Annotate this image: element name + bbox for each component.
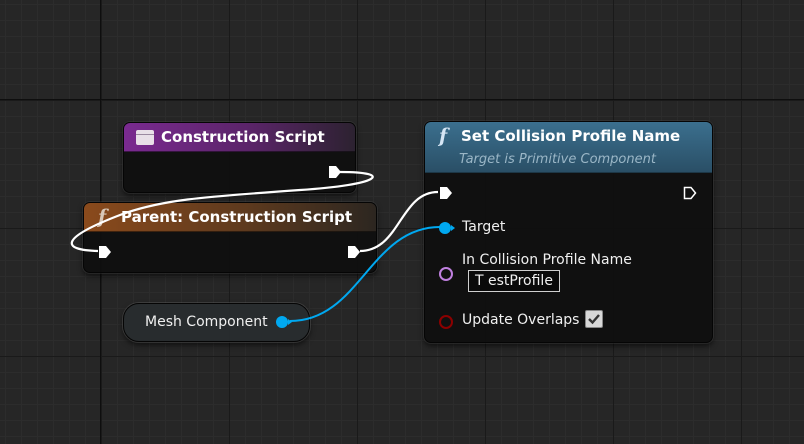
set-collision-profile-name-title: Set Collision Profile Name [461,127,681,145]
parent-construction-script-node[interactable]: f Parent: Construction Script [83,202,377,273]
update-overlaps-pin[interactable] [439,315,453,329]
construction-script-header[interactable]: Construction Script [124,123,355,152]
set-collision-profile-name-node[interactable]: f Set Collision Profile Name Target is P… [424,121,713,343]
construction-script-title: Construction Script [161,128,325,146]
parent-construction-script-header[interactable]: f Parent: Construction Script [84,203,376,232]
event-icon [136,130,154,145]
parent-construction-script-exec-out-pin[interactable] [347,245,361,259]
in-collision-profile-name-label: In Collision Profile Name [462,252,632,268]
in-collision-profile-name-input[interactable]: T estProfile [468,270,560,292]
set-collision-profile-name-header[interactable]: f Set Collision Profile Name Target is P… [425,122,712,173]
set-collision-exec-out-pin[interactable] [683,186,697,200]
target-input-arrow [451,225,455,231]
mesh-component-output-pin[interactable] [276,316,288,328]
mesh-component-output-arrow [288,319,292,325]
function-icon: f [439,125,448,147]
construction-script-exec-out-pin[interactable] [328,165,342,179]
update-overlaps-checkbox[interactable] [585,310,603,328]
parent-construction-script-exec-in-pin[interactable] [98,245,112,259]
set-collision-exec-in-pin[interactable] [439,186,453,200]
grid-major-line-horizontal [0,99,804,100]
in-collision-profile-name-pin[interactable] [439,267,453,281]
update-overlaps-label: Update Overlaps [462,312,580,328]
target-input-pin[interactable] [439,222,451,234]
parent-construction-script-title: Parent: Construction Script [121,208,353,226]
function-icon: f [98,206,107,228]
mesh-component-node[interactable]: Mesh Component [123,303,310,342]
mesh-component-label: Mesh Component [145,314,268,330]
set-collision-profile-name-subtitle: Target is Primitive Component [459,152,656,167]
checkmark-icon [588,314,600,325]
construction-script-node[interactable]: Construction Script [123,122,356,193]
target-pin-label: Target [462,219,506,235]
